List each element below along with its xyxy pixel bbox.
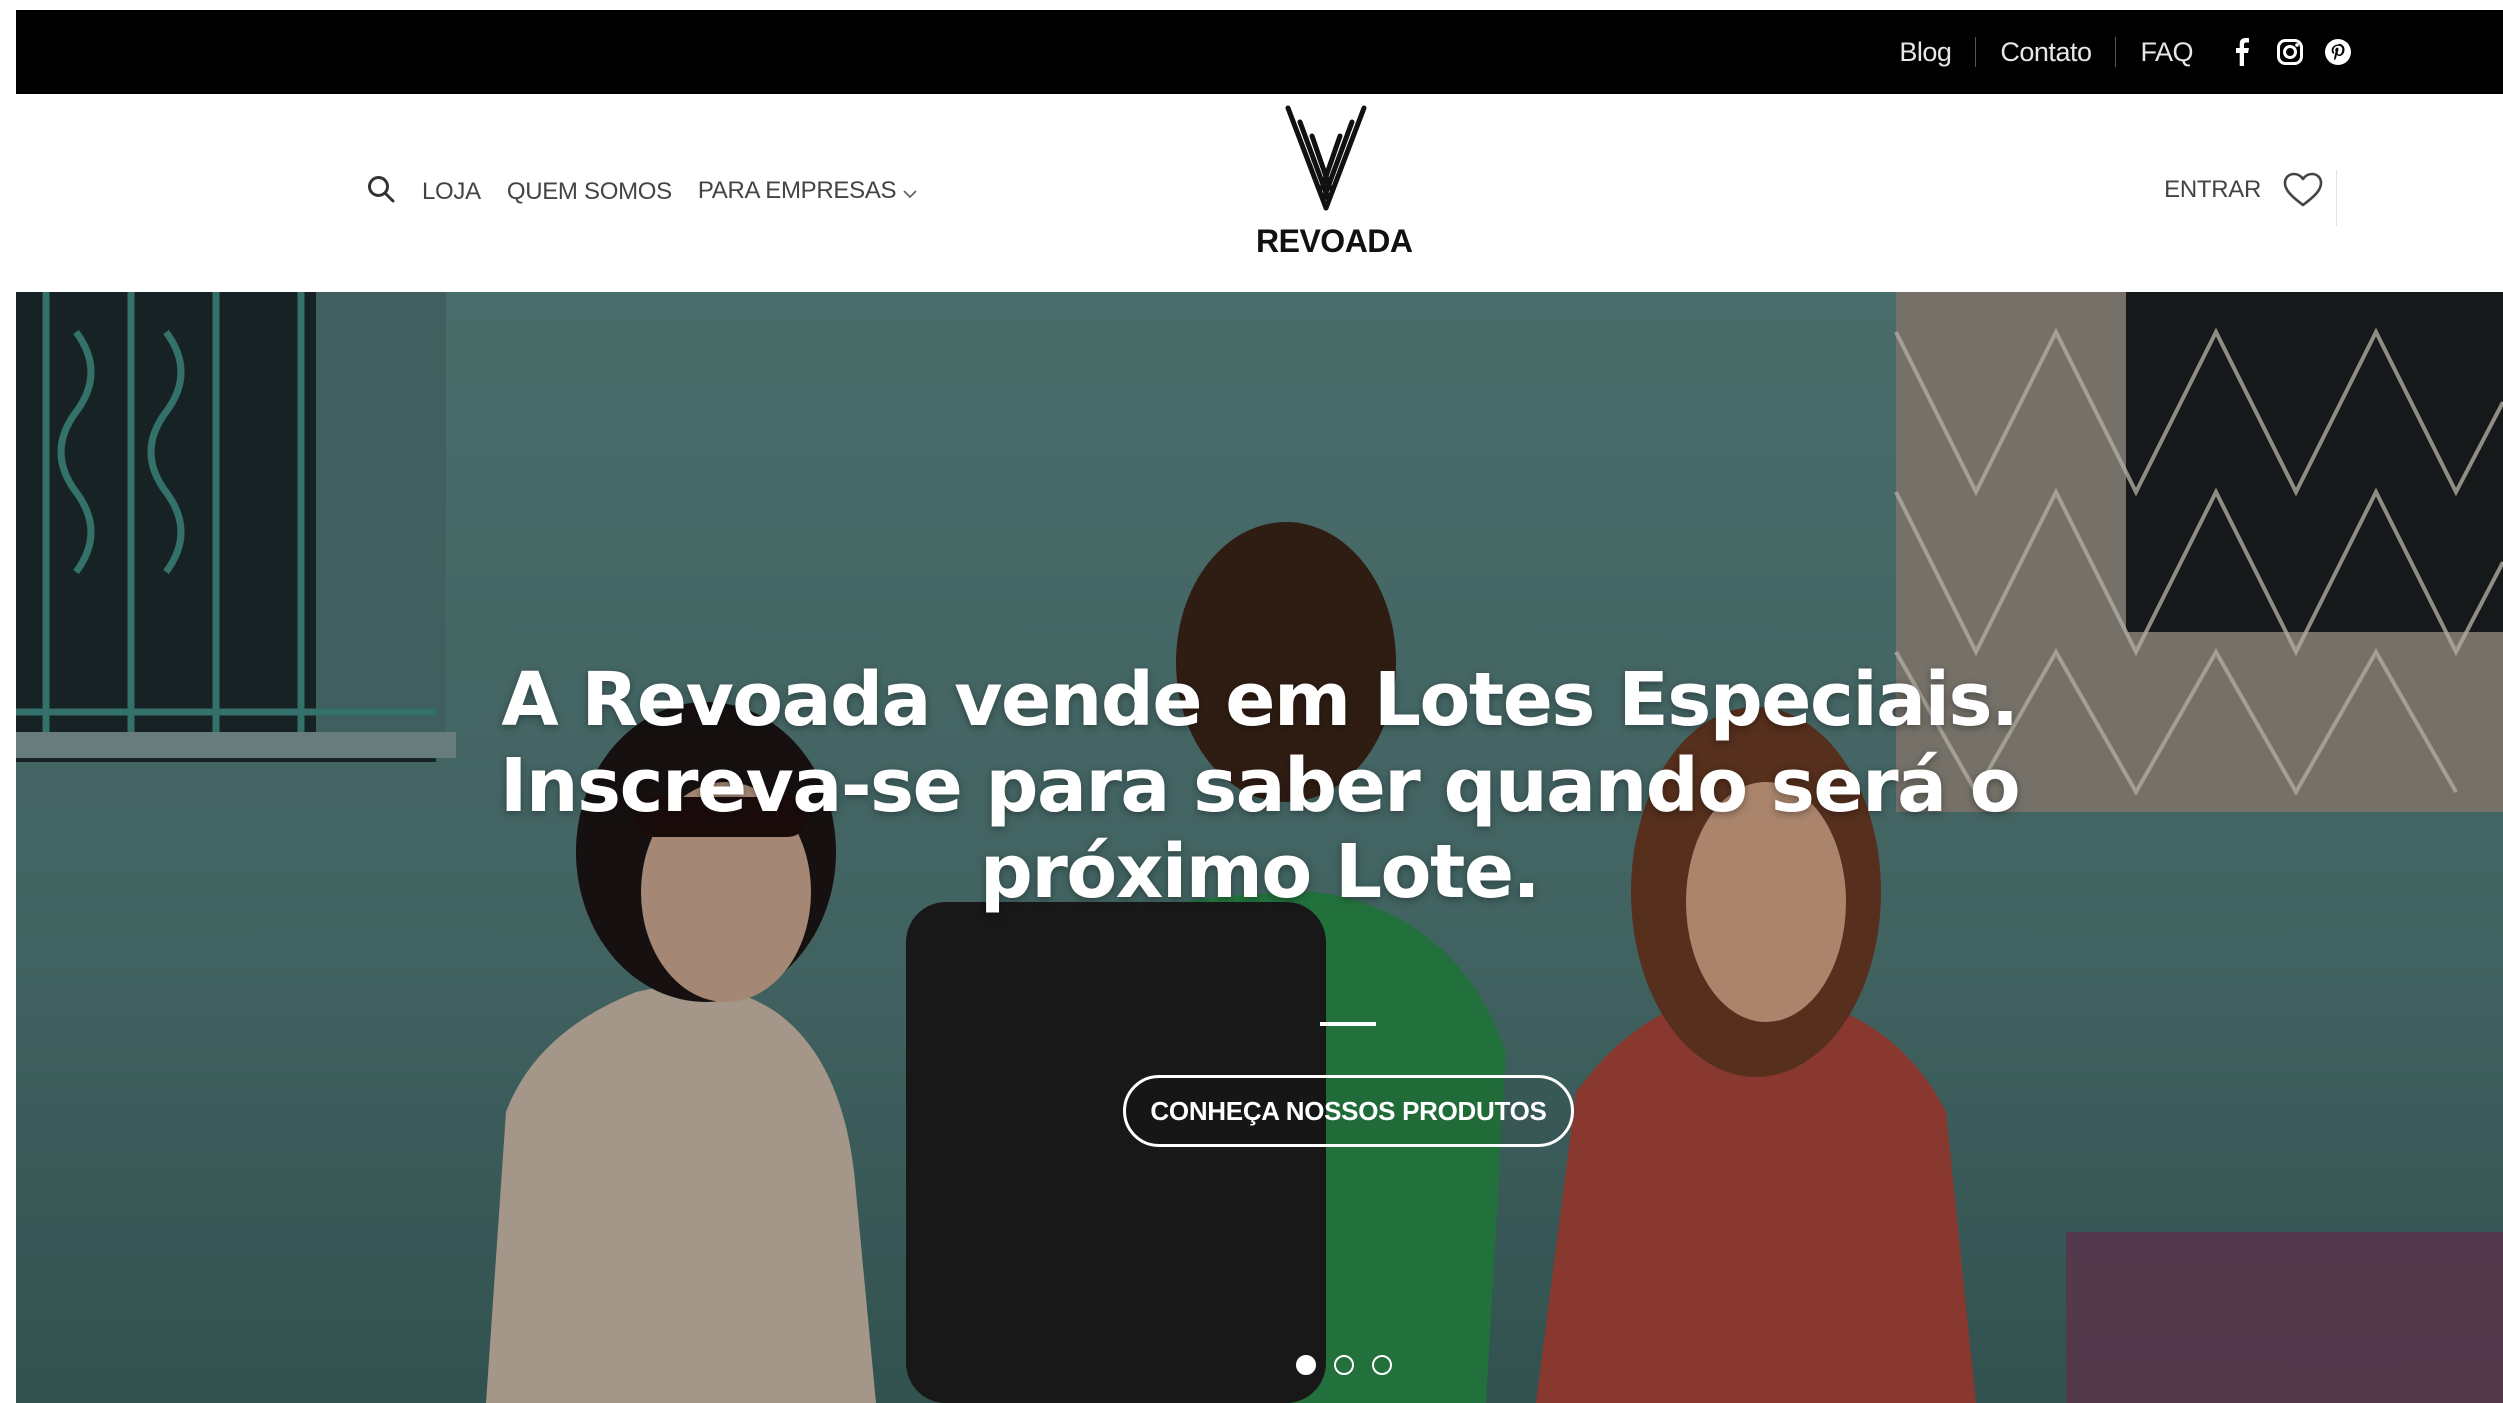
search-icon[interactable] bbox=[366, 174, 396, 209]
facebook-icon[interactable] bbox=[2227, 37, 2257, 67]
slider-dot-2[interactable] bbox=[1334, 1355, 1354, 1375]
slider-dots bbox=[1296, 1355, 1392, 1375]
top-link-contato[interactable]: Contato bbox=[2000, 37, 2092, 68]
hero-headline-line: próximo Lote. bbox=[979, 829, 1541, 915]
heart-icon[interactable] bbox=[2283, 172, 2323, 208]
hero-headline-line: A Revoada vende em Lotes Especiais. bbox=[501, 657, 2019, 743]
hero-divider bbox=[1320, 1022, 1376, 1026]
logo-mark-icon bbox=[1285, 105, 1367, 211]
page: Blog Contato FAQ LOJA QUEM SOMOS PARA EM… bbox=[16, 10, 2503, 1403]
top-separator bbox=[1975, 37, 1977, 67]
nav-item-para-empresas[interactable]: PARA EMPRESAS bbox=[698, 177, 918, 206]
top-separator bbox=[2115, 37, 2117, 67]
nav-item-label: PARA EMPRESAS bbox=[697, 177, 897, 205]
main-header: LOJA QUEM SOMOS PARA EMPRESAS REVOADA EN bbox=[16, 94, 2503, 292]
hero-headline-line: Inscreva-se para saber quando será o bbox=[499, 743, 2021, 829]
top-link-faq[interactable]: FAQ bbox=[2140, 37, 2193, 68]
logo[interactable]: REVOADA bbox=[1256, 104, 1413, 260]
header-divider bbox=[2336, 170, 2337, 226]
top-links: Blog Contato FAQ bbox=[1899, 10, 2353, 94]
account-nav: ENTRAR bbox=[2164, 172, 2323, 208]
slider-dot-1[interactable] bbox=[1296, 1355, 1316, 1375]
main-nav: LOJA QUEM SOMOS PARA EMPRESAS bbox=[366, 174, 918, 209]
login-link[interactable]: ENTRAR bbox=[2164, 176, 2261, 204]
slider-dot-3[interactable] bbox=[1372, 1355, 1392, 1375]
hero-headline: A Revoada vende em Lotes Especiais. Insc… bbox=[16, 657, 2503, 915]
top-bar: Blog Contato FAQ bbox=[16, 10, 2503, 94]
instagram-icon[interactable] bbox=[2275, 37, 2305, 67]
top-link-blog[interactable]: Blog bbox=[1899, 37, 1952, 68]
nav-item-loja[interactable]: LOJA bbox=[422, 178, 481, 206]
chevron-down-icon bbox=[902, 178, 918, 206]
hero-slider[interactable]: A Revoada vende em Lotes Especiais. Insc… bbox=[16, 292, 2503, 1403]
shop-products-button[interactable]: CONHEÇA NOSSOS PRODUTOS bbox=[1123, 1075, 1574, 1147]
logo-text: REVOADA bbox=[1256, 223, 1413, 259]
nav-item-quem-somos[interactable]: QUEM SOMOS bbox=[507, 178, 672, 206]
pinterest-icon[interactable] bbox=[2323, 37, 2353, 67]
social-icons bbox=[2227, 37, 2353, 67]
